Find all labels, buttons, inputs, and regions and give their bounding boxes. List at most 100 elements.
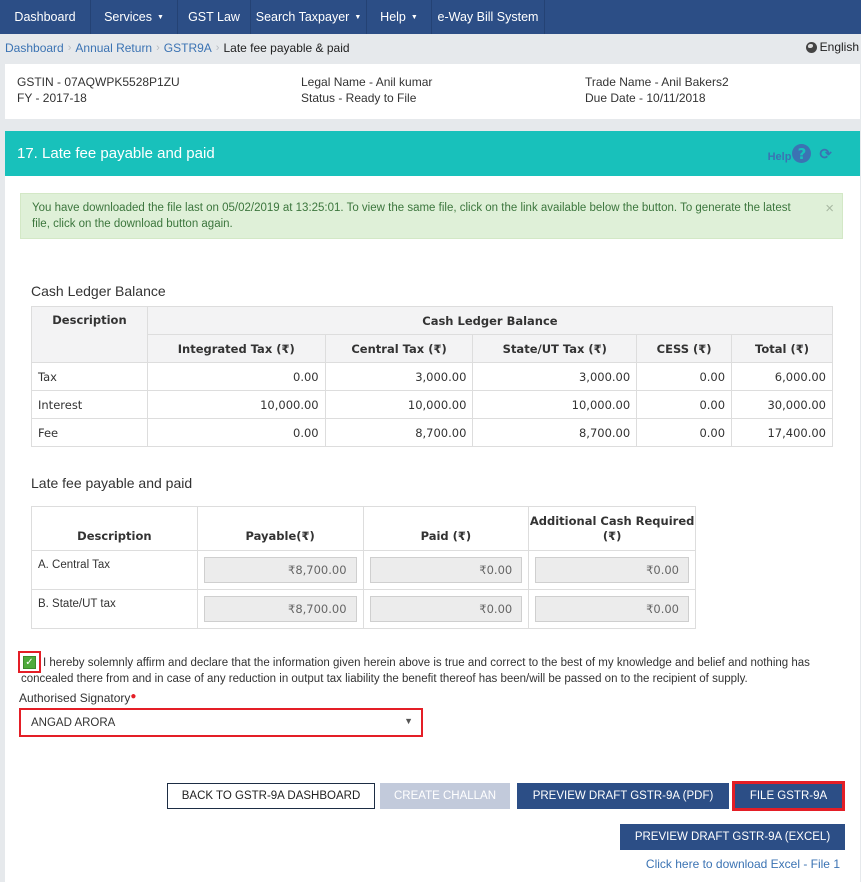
alert-message: You have downloaded the file last on 05/… (32, 202, 791, 230)
col-header-additional-cash: Additional Cash Required (₹) (528, 506, 696, 551)
late-fee-table: Description Payable(₹) Paid (₹) Addition… (31, 506, 696, 629)
help-question-icon[interactable]: ? (792, 144, 812, 163)
breadcrumb-annual-return[interactable]: Annual Return (75, 41, 152, 55)
file-gstr9a-button[interactable]: FILE GSTR-9A (732, 781, 845, 811)
due-date: Due Date - 10/11/2018 (585, 91, 706, 105)
cell-value: 10,000.00 (324, 390, 474, 419)
nav-help[interactable]: Help ▼ (367, 0, 432, 34)
preview-pdf-button[interactable]: PREVIEW DRAFT GSTR-9A (PDF) (517, 783, 729, 809)
taxpayer-info-card: GSTIN - 07AQWPK5528P1ZU FY - 2017-18 Leg… (5, 64, 860, 119)
declaration-text: I hereby solemnly affirm and declare tha… (21, 657, 810, 685)
financial-year: FY - 2017-18 (17, 91, 87, 105)
breadcrumb-separator: › (215, 41, 220, 54)
cell-value: 0.00 (146, 362, 326, 391)
declaration-checkbox[interactable]: ✓ (18, 651, 41, 673)
col-header-description: Description (31, 506, 198, 551)
breadcrumb-gstr9a[interactable]: GSTR9A (164, 41, 212, 55)
additional-cash-input[interactable]: ₹0.00 (535, 596, 689, 622)
cash-ledger-table: Description Cash Ledger Balance Integrat… (31, 306, 834, 447)
preview-excel-button[interactable]: PREVIEW DRAFT GSTR-9A (EXCEL) (620, 824, 845, 850)
close-icon[interactable]: × (825, 201, 834, 217)
col-header-total: Total (₹) (731, 334, 833, 363)
paid-input[interactable]: ₹0.00 (369, 596, 523, 622)
row-desc: Tax (31, 362, 148, 391)
legal-name: Legal Name - Anil kumar (301, 75, 433, 89)
paid-input[interactable]: ₹0.00 (369, 557, 523, 583)
checkmark-icon: ✓ (23, 655, 36, 669)
breadcrumb-current: Late fee payable & paid (223, 40, 350, 55)
col-header-central: Central Tax (₹) (324, 334, 474, 363)
payable-input[interactable]: ₹8,700.00 (203, 596, 357, 622)
refresh-icon[interactable]: ⟳ (819, 145, 832, 163)
table-row: Fee 0.00 8,700.00 8,700.00 0.00 17,400.0… (31, 418, 833, 447)
row-desc: Interest (31, 390, 148, 419)
caret-down-icon: ▼ (410, 13, 418, 21)
row-desc: A. Central Tax (31, 550, 198, 590)
table-row: Tax 0.00 3,000.00 3,000.00 0.00 6,000.00 (31, 362, 833, 391)
cell-value: 30,000.00 (731, 390, 833, 419)
nav-label: Help (380, 10, 406, 24)
return-status: Status - Ready to File (301, 91, 417, 105)
required-indicator: ● (130, 691, 137, 702)
breadcrumb-separator: › (67, 41, 72, 54)
table-row: Interest 10,000.00 10,000.00 10,000.00 0… (31, 390, 833, 419)
nav-label: e-Way Bill System (437, 10, 539, 24)
language-label: English (819, 40, 859, 54)
create-challan-button[interactable]: CREATE CHALLAN (380, 783, 510, 809)
table-row: B. State/UT tax ₹8,700.00 ₹0.00 ₹0.00 (31, 589, 696, 629)
cell-value: 10,000.00 (472, 390, 638, 419)
selected-signatory: ANGAD ARORA (31, 716, 116, 729)
col-header-state: State/UT Tax (₹) (472, 334, 638, 363)
language-selector[interactable]: English (805, 40, 859, 54)
dropdown-arrow-icon: ▼ (404, 716, 413, 726)
caret-down-icon: ▼ (354, 13, 362, 21)
globe-icon (805, 41, 817, 53)
nav-label: Dashboard (14, 10, 76, 24)
col-header-payable: Payable(₹) (196, 506, 364, 551)
nav-label: GST Law (188, 10, 240, 24)
panel-header: 17. Late fee payable and paid Help ? ⟳ (5, 131, 860, 176)
cell-value: 3,000.00 (472, 362, 638, 391)
additional-cash-input[interactable]: ₹0.00 (535, 557, 689, 583)
help-link[interactable]: Help (768, 151, 792, 163)
cell-value: 17,400.00 (731, 418, 833, 447)
cell-value: 8,700.00 (324, 418, 474, 447)
top-navigation: Dashboard Services ▼ GST Law Search Taxpa… (0, 0, 861, 34)
row-desc: Fee (31, 418, 148, 447)
cell-value: 0.00 (636, 418, 733, 447)
download-alert: You have downloaded the file last on 05/… (20, 193, 843, 239)
nav-eway-bill[interactable]: e-Way Bill System (432, 0, 545, 34)
back-to-dashboard-button[interactable]: BACK TO GSTR-9A DASHBOARD (167, 783, 375, 809)
download-excel-link[interactable]: Click here to download Excel - File 1 (646, 857, 840, 871)
gstin: GSTIN - 07AQWPK5528P1ZU (17, 75, 180, 89)
breadcrumb: Dashboard › Annual Return › GSTR9A › Lat… (0, 34, 861, 61)
cell-value: 10,000.00 (146, 390, 326, 419)
signatory-label: Authorised Signatory● (19, 691, 136, 705)
nav-services[interactable]: Services ▼ (91, 0, 178, 34)
cell-value: 8,700.00 (472, 418, 638, 447)
nav-label: Search Taxpayer (255, 10, 350, 24)
cell-value: 0.00 (146, 418, 326, 447)
col-header-integrated: Integrated Tax (₹) (146, 334, 326, 363)
page-title: 17. Late fee payable and paid (17, 145, 215, 162)
nav-dashboard[interactable]: Dashboard (0, 0, 91, 34)
table-row: A. Central Tax ₹8,700.00 ₹0.00 ₹0.00 (31, 550, 696, 590)
col-header-cess: CESS (₹) (636, 334, 733, 363)
payable-input[interactable]: ₹8,700.00 (203, 557, 357, 583)
authorised-signatory-select[interactable]: ANGAD ARORA ▼ (19, 708, 423, 737)
cash-ledger-title: Cash Ledger Balance (31, 283, 166, 299)
nav-gst-law[interactable]: GST Law (178, 0, 251, 34)
caret-down-icon: ▼ (157, 13, 164, 21)
cell-value: 6,000.00 (731, 362, 833, 391)
row-desc: B. State/UT tax (31, 589, 198, 629)
late-fee-panel: 17. Late fee payable and paid Help ? ⟳ Y… (5, 131, 860, 882)
signatory-label-text: Authorised Signatory (19, 691, 131, 705)
cell-value: 3,000.00 (324, 362, 474, 391)
col-header-paid: Paid (₹) (362, 506, 530, 551)
nav-search-taxpayer[interactable]: Search Taxpayer ▼ (251, 0, 367, 34)
breadcrumb-separator: › (156, 41, 160, 54)
breadcrumb-dashboard[interactable]: Dashboard (5, 41, 64, 55)
nav-label: Services (104, 10, 152, 24)
late-fee-title: Late fee payable and paid (31, 475, 193, 491)
trade-name: Trade Name - Anil Bakers2 (585, 75, 729, 89)
